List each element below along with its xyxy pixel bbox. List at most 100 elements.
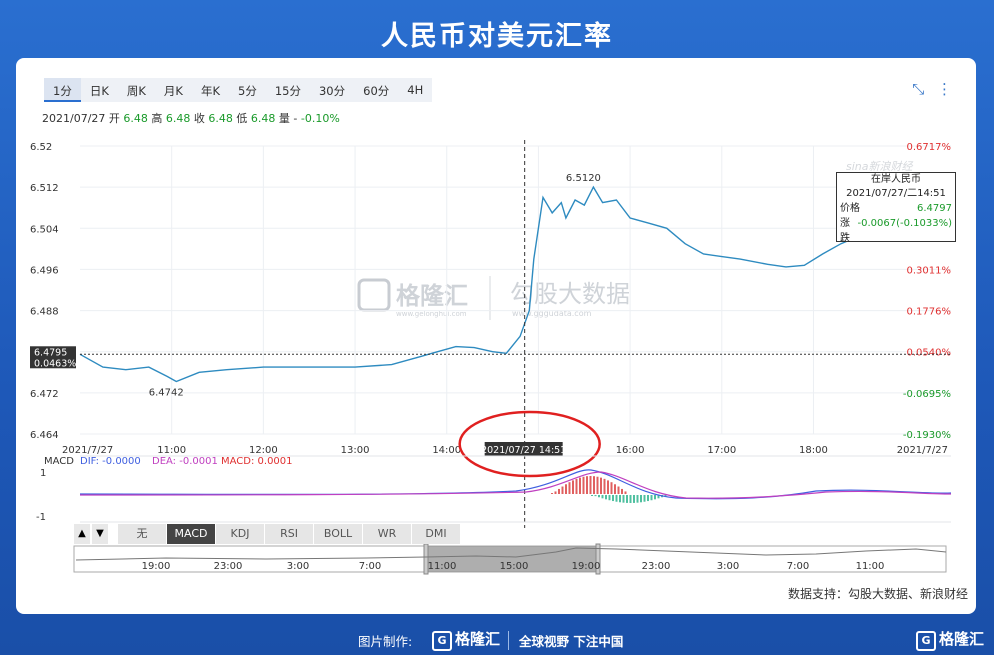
crosshair-tooltip: 在岸人民币 2021/07/27/二14:51 价格 6.4797 涨跌 -0.00… bbox=[836, 172, 956, 244]
macd-legend-name: MACD bbox=[44, 456, 74, 467]
navigator-label: 19:00 bbox=[142, 561, 171, 572]
crosshair-price: 6.4795 bbox=[34, 347, 67, 358]
right-pct-label: 0.6717% bbox=[907, 142, 952, 153]
macd-bar-up bbox=[607, 480, 609, 494]
right-pct-label: 0.1776% bbox=[907, 307, 952, 318]
watermark-logo1-sub: www.gelonghui.com bbox=[396, 310, 467, 318]
page-title: 人民币对美元汇率 bbox=[381, 21, 613, 52]
tooltip-title: 在岸人民币 bbox=[871, 174, 921, 185]
tooltip-change-label: 涨跌 bbox=[840, 218, 850, 244]
macd-bar-down bbox=[643, 495, 646, 502]
indicator-tab-rsi[interactable]: RSI bbox=[265, 524, 314, 544]
macd-bar-down bbox=[636, 495, 639, 503]
right-pct-label: -0.1930% bbox=[903, 430, 951, 441]
indicator-tab-wr[interactable]: WR bbox=[363, 524, 412, 544]
indicator-tab-none[interactable]: 无 bbox=[118, 524, 167, 544]
right-pct-label: 0.3011% bbox=[907, 265, 952, 276]
macd-bar-up bbox=[579, 477, 581, 494]
crosshair-pct: 0.0463% bbox=[34, 358, 76, 369]
macd-legend-dif: DIF: -0.0000 bbox=[80, 456, 141, 467]
x-tick-label: 13:00 bbox=[341, 445, 370, 456]
indicator-tabs: 无 MACD KDJ RSI BOLL WR DMI bbox=[118, 524, 461, 544]
macd-bar-up bbox=[565, 484, 567, 494]
macd-bar-down bbox=[626, 495, 628, 503]
y-tick-label: 6.464 bbox=[30, 430, 59, 441]
data-credit: 数据支持：勾股大数据、新浪财经 bbox=[787, 587, 968, 601]
indicator-tab-boll[interactable]: BOLL bbox=[314, 524, 363, 544]
tooltip-change: -0.0067(-0.1033%) bbox=[857, 218, 952, 229]
y-tick-label: 6.504 bbox=[30, 224, 59, 235]
footer-brand: 格隆汇 bbox=[455, 630, 501, 648]
x-tick-label: 17:00 bbox=[707, 445, 736, 456]
macd-bar-down bbox=[594, 495, 597, 497]
price-line bbox=[79, 185, 860, 383]
x-tick-label: 18:00 bbox=[799, 445, 828, 456]
macd-bar-up bbox=[582, 476, 585, 494]
macd-bar-up bbox=[614, 484, 616, 494]
navigator-label: 23:00 bbox=[642, 561, 671, 572]
footer-made-by: 图片制作: bbox=[358, 634, 413, 649]
macd-bar-down bbox=[619, 495, 621, 503]
indicator-tab-macd[interactable]: MACD bbox=[167, 524, 216, 544]
macd-bar-up bbox=[572, 480, 574, 494]
tooltip-price: 6.4797 bbox=[917, 203, 952, 214]
navigator-label: 3:00 bbox=[717, 561, 739, 572]
indicator-tab-kdj[interactable]: KDJ bbox=[216, 524, 265, 544]
macd-bar-up bbox=[624, 491, 627, 494]
navigator-label: 7:00 bbox=[359, 561, 381, 572]
macd-bar-down bbox=[598, 495, 600, 498]
macd-bar-down bbox=[650, 495, 653, 501]
macd-axis-top: 1 bbox=[40, 468, 46, 479]
macd-bar-down bbox=[622, 495, 625, 503]
macd-bar-down bbox=[591, 495, 593, 496]
macd-bar-down bbox=[640, 495, 642, 503]
macd-bar-down bbox=[615, 495, 618, 502]
navigator-label: 19:00 bbox=[572, 561, 601, 572]
tooltip-datetime: 2021/07/27/二14:51 bbox=[846, 188, 946, 199]
indicator-tab-dmi[interactable]: DMI bbox=[412, 524, 461, 544]
macd-bar-up bbox=[596, 476, 599, 494]
x-tick-label: 14:00 bbox=[432, 445, 461, 456]
x-tick-label: 2021/7/27 bbox=[897, 445, 948, 456]
macd-bar-down bbox=[608, 495, 611, 501]
right-pct-label: -0.0695% bbox=[903, 389, 951, 400]
y-tick-label: 6.472 bbox=[30, 389, 59, 400]
macd-bar-up bbox=[603, 478, 606, 494]
macd-bar-up bbox=[610, 482, 613, 494]
macd-bar-down bbox=[647, 495, 649, 502]
nav-down-button[interactable]: ▼ bbox=[92, 524, 108, 544]
macd-bar-up bbox=[593, 476, 595, 494]
footer-bar: 图片制作: G 格隆汇 全球视野 下注中国 G 格隆汇 bbox=[0, 624, 994, 655]
macd-bar-down bbox=[654, 495, 656, 500]
macd-bar-down bbox=[629, 495, 632, 503]
macd-bar-up bbox=[554, 491, 557, 494]
macd-bar-up bbox=[551, 493, 553, 494]
y-tick-label: 6.512 bbox=[30, 183, 59, 194]
crosshair-time: 2021/07/27 14:51 bbox=[481, 445, 566, 456]
macd-bar-up bbox=[561, 486, 564, 494]
brand-g-icon: G bbox=[432, 631, 452, 651]
macd-bar-down bbox=[612, 495, 614, 502]
macd-bar-down bbox=[633, 495, 635, 503]
macd-bar-up bbox=[568, 482, 571, 494]
nav-up-button[interactable]: ▲ bbox=[74, 524, 90, 544]
navigator-label: 7:00 bbox=[787, 561, 809, 572]
watermark-logo1: 格隆汇 bbox=[396, 282, 468, 310]
price-annotation: 6.4742 bbox=[149, 388, 184, 399]
macd-bar-up bbox=[586, 476, 588, 494]
macd-legend-macd: MACD: 0.0001 bbox=[221, 456, 293, 467]
macd-legend-dea: DEA: -0.0001 bbox=[152, 456, 218, 467]
footer-corner-logo: G 格隆汇 bbox=[915, 628, 984, 651]
macd-bar-up bbox=[558, 488, 560, 494]
footer-slogan: 全球视野 下注中国 bbox=[508, 631, 623, 650]
navigator-label: 15:00 bbox=[500, 561, 529, 572]
macd-axis-bottom: -1 bbox=[36, 512, 46, 523]
x-tick-label: 12:00 bbox=[249, 445, 278, 456]
tooltip-price-label: 价格 bbox=[840, 203, 860, 214]
macd-bar-up bbox=[600, 477, 602, 494]
navigator-label: 11:00 bbox=[428, 561, 457, 572]
navigator-label: 23:00 bbox=[214, 561, 243, 572]
footer-corner-brand: 格隆汇 bbox=[938, 630, 984, 648]
macd-bar-up bbox=[621, 488, 623, 494]
watermark-logo2: 勾股大数据 bbox=[510, 280, 630, 308]
